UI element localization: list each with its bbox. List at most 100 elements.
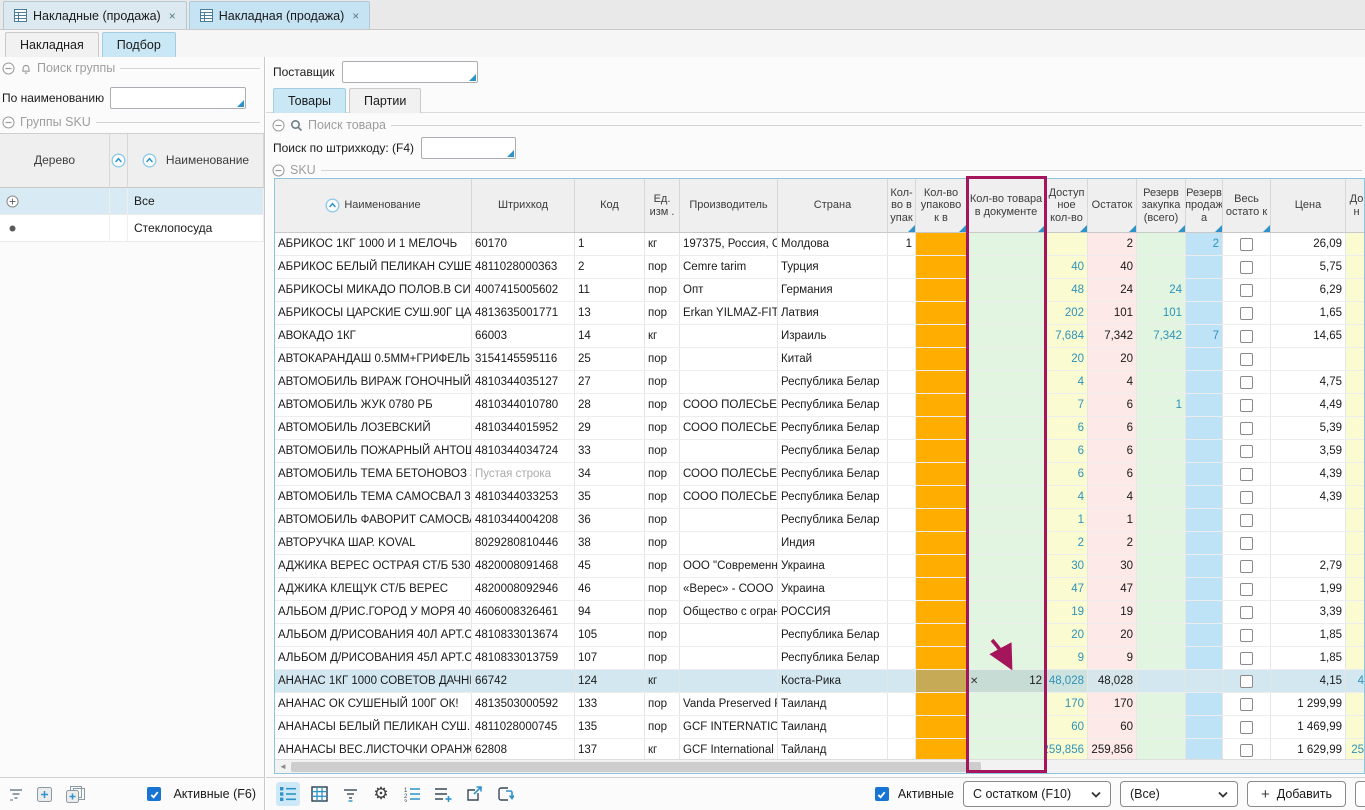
close-icon[interactable]: ×	[352, 9, 359, 23]
column-header-reserve_sale[interactable]: Резерв продаж а	[1186, 179, 1223, 232]
table-row[interactable]: АВТОМОБИЛЬ ФАВОРИТ САМОСВА48103440042083…	[275, 509, 1364, 532]
column-header-manufacturer[interactable]: Производитель	[680, 179, 778, 232]
whole-stock-checkbox[interactable]	[1240, 491, 1253, 504]
numbered-list-icon[interactable]: 123	[400, 782, 424, 806]
group-filter-select[interactable]: (Все)	[1120, 781, 1238, 807]
table-row[interactable]: АНАНАС ОК СУШЕНЫЙ 100Г ОК!48135030005921…	[275, 693, 1364, 716]
tree-column-header-name[interactable]: Наименование	[128, 134, 264, 187]
sort-ascending-icon[interactable]	[142, 153, 157, 168]
whole-stock-checkbox[interactable]	[1240, 399, 1253, 412]
table-row[interactable]: АВТОМОБИЛЬ ТЕМА САМОСВАЛ 324810344033253…	[275, 486, 1364, 509]
whole-stock-checkbox[interactable]	[1240, 261, 1253, 274]
whole-stock-checkbox[interactable]	[1240, 307, 1253, 320]
cut-off-button[interactable]	[1355, 781, 1365, 807]
whole-stock-checkbox[interactable]	[1240, 652, 1253, 665]
settings-gear-icon[interactable]: ⚙	[369, 782, 393, 806]
table-row[interactable]: АДЖИКА КЛЕЩУК СТ/Б ВЕРЕС482000809294646п…	[275, 578, 1364, 601]
column-header-extra[interactable]: До н	[1346, 179, 1365, 232]
tab-invoice[interactable]: Накладная	[5, 32, 99, 57]
column-header-price[interactable]: Цена	[1271, 179, 1346, 232]
column-header-reserve_purchase[interactable]: Резерв закупка (всего)	[1137, 179, 1186, 232]
table-row[interactable]: АВТОКАРАНДАШ 0.5ММ+ГРИФЕЛЬ31541455951162…	[275, 348, 1364, 371]
tab-goods[interactable]: Товары	[273, 88, 346, 113]
tree-row[interactable]: Стеклопосуда	[0, 215, 264, 242]
add-button[interactable]: + Добавить	[1247, 781, 1346, 807]
whole-stock-checkbox[interactable]	[1240, 583, 1253, 596]
table-row[interactable]: АВТОМОБИЛЬ ВИРАЖ ГОНОЧНЫЙ481034403512727…	[275, 371, 1364, 394]
stock-filter-select[interactable]: С остатком (F10)	[963, 781, 1111, 807]
tree-row[interactable]: Все	[0, 188, 264, 215]
whole-stock-checkbox[interactable]	[1240, 330, 1253, 343]
table-row[interactable]: АБРИКОСЫ МИКАДО ПОЛОВ.В СИР4007415005602…	[275, 279, 1364, 302]
table-row[interactable]: АЛЬБОМ Д/РИСОВАНИЯ 45Л АРТ.С481083301375…	[275, 647, 1364, 670]
column-header-code[interactable]: Код	[575, 179, 645, 232]
active-checkbox[interactable]	[875, 787, 889, 801]
expand-plus-icon[interactable]	[6, 195, 19, 208]
grid-view-icon[interactable]	[307, 782, 331, 806]
tab-lots[interactable]: Партии	[349, 88, 421, 113]
column-header-country[interactable]: Страна	[778, 179, 888, 232]
whole-stock-checkbox[interactable]	[1240, 560, 1253, 573]
whole-stock-checkbox[interactable]	[1240, 238, 1253, 251]
list-view-icon[interactable]	[276, 782, 300, 806]
table-row[interactable]: АДЖИКА ВЕРЕС ОСТРАЯ СТ/Б 530Г48200080914…	[275, 555, 1364, 578]
table-row[interactable]: АВТОМОБИЛЬ ТЕМА БЕТОНОВОЗ 3Пустая строка…	[275, 463, 1364, 486]
whole-stock-checkbox[interactable]	[1240, 675, 1253, 688]
table-row[interactable]: АЛЬБОМ Д/РИСОВАНИЯ 40Л АРТ.С481083301367…	[275, 624, 1364, 647]
tree-column-header-tree[interactable]: Дерево	[0, 134, 110, 187]
table-row[interactable]: АНАНАСЫ ВЕС.ЛИСТОЧКИ ОРАНЖ.62808137кгGCF…	[275, 739, 1364, 759]
column-header-qty_packages[interactable]: Кол-во упаково к в	[916, 179, 967, 232]
close-icon[interactable]: ×	[169, 9, 176, 23]
filter-icon[interactable]	[8, 787, 24, 801]
column-header-stock[interactable]: Остаток	[1088, 179, 1137, 232]
window-tab-invoices-list[interactable]: Накладные (продажа) ×	[3, 1, 187, 29]
whole-stock-checkbox[interactable]	[1240, 629, 1253, 642]
scrollbar-thumb[interactable]	[291, 762, 981, 772]
scroll-left-arrow-icon[interactable]: ◄	[275, 760, 291, 773]
table-row[interactable]: АВТОРУЧКА ШАР. KOVAL802928081044638порИн…	[275, 532, 1364, 555]
whole-stock-checkbox[interactable]	[1240, 698, 1253, 711]
export-icon[interactable]	[462, 782, 486, 806]
whole-stock-checkbox[interactable]	[1240, 721, 1253, 734]
column-header-barcode[interactable]: Штрихкод	[472, 179, 575, 232]
table-row[interactable]: АБРИКОС БЕЛЫЙ ПЕЛИКАН СУШЕН4811028000363…	[275, 256, 1364, 279]
column-header-whole_stock[interactable]: Весь остато к	[1223, 179, 1271, 232]
whole-stock-checkbox[interactable]	[1240, 468, 1253, 481]
column-header-qty_in_pack[interactable]: Кол- во в упак	[888, 179, 916, 232]
barcode-search-input[interactable]	[421, 137, 516, 159]
refresh-icon[interactable]	[493, 782, 517, 806]
whole-stock-checkbox[interactable]	[1240, 422, 1253, 435]
whole-stock-checkbox[interactable]	[1240, 353, 1253, 366]
filter-icon[interactable]	[338, 782, 362, 806]
collapse-icon[interactable]	[2, 62, 15, 75]
clear-quantity-icon[interactable]: ✕	[970, 676, 978, 687]
column-header-name[interactable]: Наименование	[275, 179, 472, 232]
table-row[interactable]: АБРИКОС 1КГ 1000 И 1 МЕЛОЧЬ601701кг19737…	[275, 233, 1364, 256]
add-rows-icon[interactable]	[431, 782, 455, 806]
whole-stock-checkbox[interactable]	[1240, 284, 1253, 297]
collapse-icon[interactable]	[272, 164, 285, 177]
leaf-dot-icon[interactable]	[6, 222, 19, 235]
tab-selection[interactable]: Подбор	[102, 32, 176, 57]
whole-stock-checkbox[interactable]	[1240, 376, 1253, 389]
column-header-doc_qty[interactable]: Кол-во товара в документе	[967, 179, 1046, 232]
table-row[interactable]: АЛЬБОМ Д/РИС.ГОРОД У МОРЯ 40/46060083264…	[275, 601, 1364, 624]
whole-stock-checkbox[interactable]	[1240, 514, 1253, 527]
name-filter-input[interactable]	[110, 87, 246, 109]
active-f6-checkbox[interactable]	[147, 787, 161, 801]
table-row[interactable]: АВТОМОБИЛЬ ПОЖАРНЫЙ АНТОШ481034403472433…	[275, 440, 1364, 463]
table-row[interactable]: АНАНАСЫ БЕЛЫЙ ПЕЛИКАН СУШ.К4811028000745…	[275, 716, 1364, 739]
supplier-input[interactable]	[342, 61, 478, 83]
tree-sort-column[interactable]	[110, 134, 128, 187]
whole-stock-checkbox[interactable]	[1240, 445, 1253, 458]
table-row[interactable]: АВТОМОБИЛЬ ЛОЗЕВСКИЙ481034401595229порСО…	[275, 417, 1364, 440]
table-row[interactable]: АВТОМОБИЛЬ ЖУК 0780 РБ481034401078028пор…	[275, 394, 1364, 417]
table-row[interactable]: АНАНАС 1КГ 1000 СОВЕТОВ ДАЧНИ66742124кгК…	[275, 670, 1364, 693]
collapse-icon[interactable]	[272, 119, 285, 132]
sort-ascending-icon[interactable]	[325, 198, 340, 213]
column-header-unit[interactable]: Ед. изм .	[645, 179, 680, 232]
sort-ascending-icon[interactable]	[111, 153, 126, 168]
whole-stock-checkbox[interactable]	[1240, 744, 1253, 757]
collapse-icon[interactable]	[2, 116, 15, 129]
add-multiple-icon[interactable]	[65, 786, 85, 803]
